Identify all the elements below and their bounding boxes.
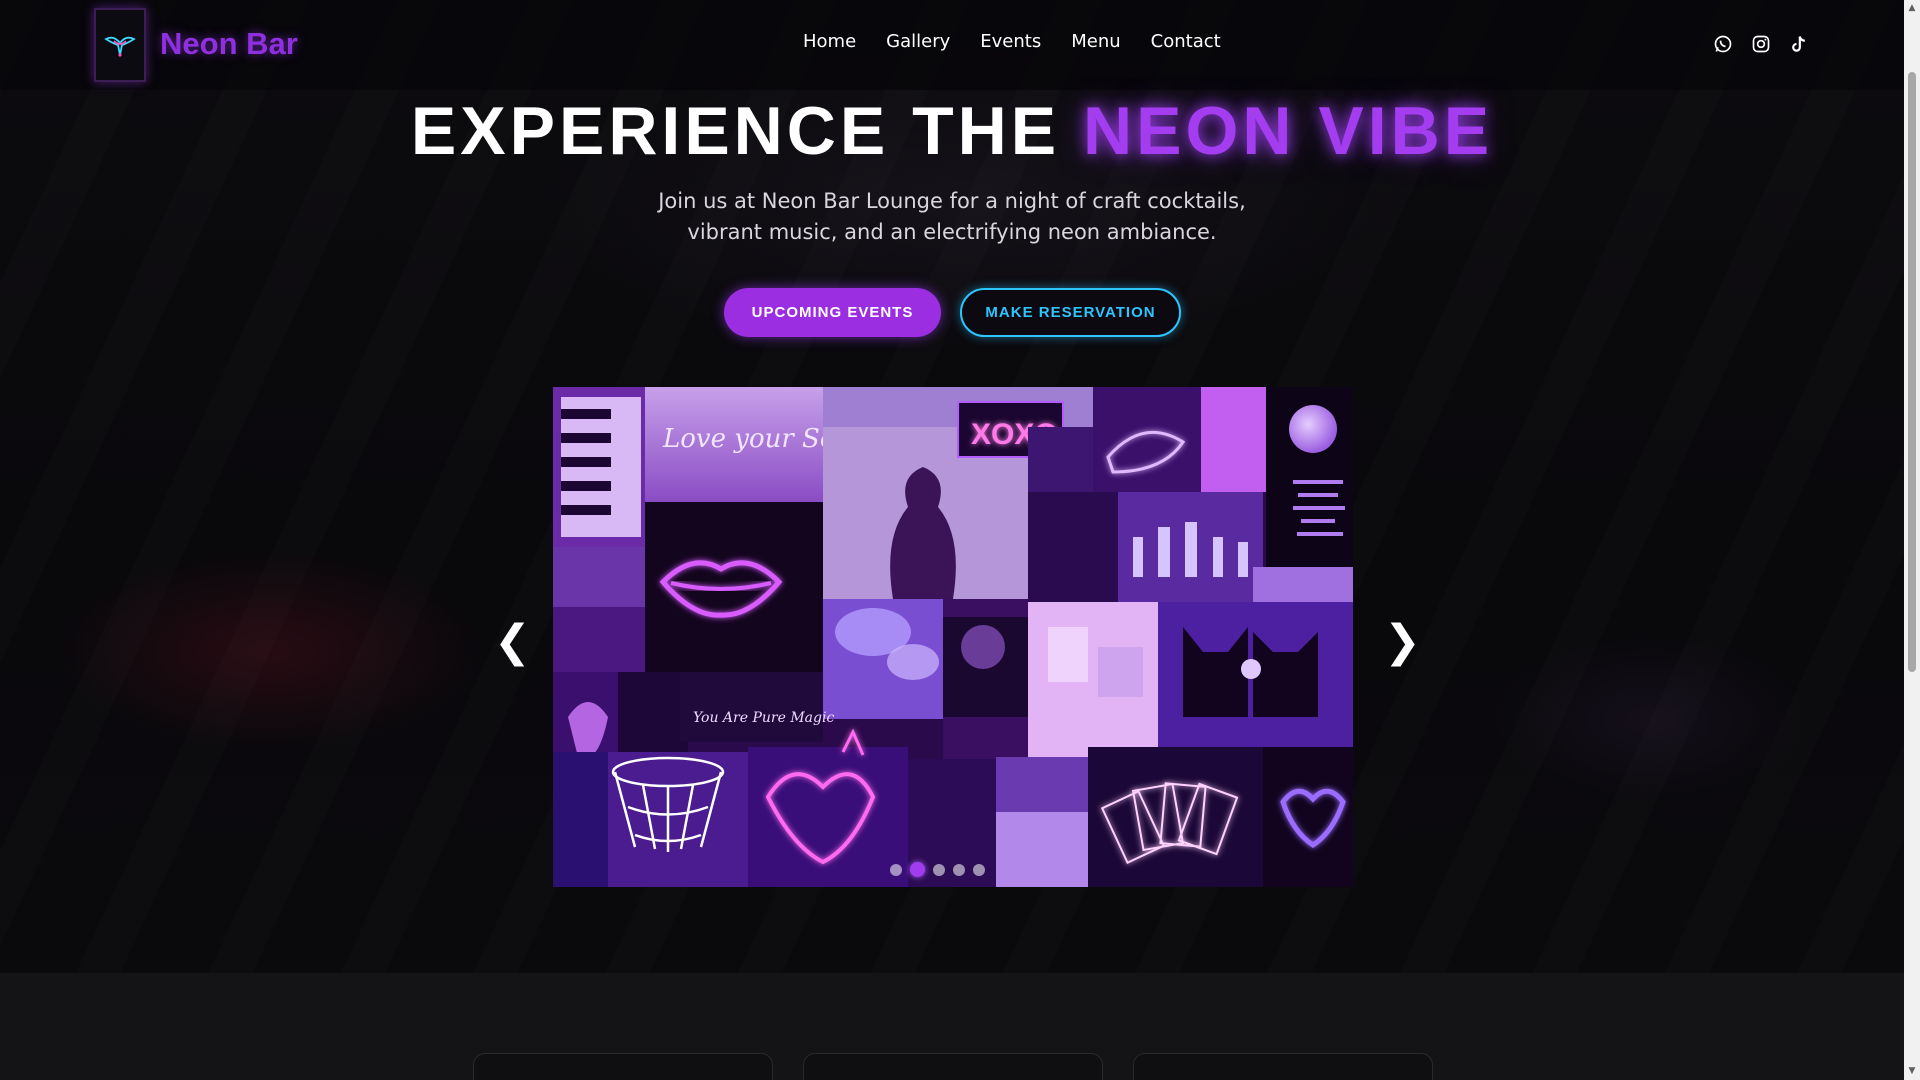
hero-title: EXPERIENCE THE NEON VIBE <box>0 92 1904 170</box>
carousel-dot-1[interactable] <box>890 863 902 876</box>
hero-subtitle: Join us at Neon Bar Lounge for a night o… <box>658 189 1246 244</box>
scroll-up-arrow-icon[interactable]: ▲ <box>1907 3 1917 13</box>
hero-title-main: EXPERIENCE THE <box>410 93 1084 169</box>
neon-collage-slide: Love your Self XOXO You Are Pure Magic <box>553 387 1353 887</box>
site-header: Neon Bar Home Gallery Events Menu Contac… <box>0 0 1904 90</box>
logo[interactable] <box>94 8 146 82</box>
scroll-down-arrow-icon[interactable]: ▼ <box>1907 1066 1917 1076</box>
carousel-dot-4[interactable] <box>953 863 965 876</box>
hero-title-accent: NEON VIBE <box>1083 93 1494 169</box>
instagram-icon[interactable] <box>1750 33 1772 55</box>
carousel-dot-2[interactable] <box>910 862 925 877</box>
feature-card <box>803 1053 1103 1080</box>
carousel-next-button[interactable]: ❯ <box>1384 620 1421 664</box>
nav-menu[interactable]: Menu <box>1071 31 1120 52</box>
piano-keys-tile <box>561 397 641 537</box>
make-reservation-button[interactable]: MAKE RESERVATION <box>960 288 1181 337</box>
tiktok-icon[interactable] <box>1788 33 1810 55</box>
scroll-thumb[interactable] <box>1908 72 1916 672</box>
upcoming-events-button[interactable]: UPCOMING EVENTS <box>724 288 941 337</box>
carousel-dots <box>890 862 985 877</box>
brand-name[interactable]: Neon Bar <box>160 26 298 62</box>
pure-magic-text: You Are Pure Magic <box>693 710 834 726</box>
carousel-dot-5[interactable] <box>973 863 985 876</box>
neon-bird-logo-icon <box>104 36 136 57</box>
nav-events[interactable]: Events <box>980 31 1041 52</box>
feature-card <box>1133 1053 1433 1080</box>
page-scrollbar[interactable]: ▲ ▼ <box>1904 0 1920 1080</box>
whatsapp-icon[interactable] <box>1712 33 1734 55</box>
carousel-dot-3[interactable] <box>933 863 945 876</box>
nav-home[interactable]: Home <box>803 31 856 52</box>
main-nav: Home Gallery Events Menu Contact <box>803 31 1221 52</box>
nav-gallery[interactable]: Gallery <box>886 31 950 52</box>
gallery-carousel[interactable]: Love your Self XOXO You Are Pure Magic <box>553 387 1353 887</box>
carousel-prev-button[interactable]: ❮ <box>494 620 531 664</box>
feature-card <box>473 1053 773 1080</box>
nav-contact[interactable]: Contact <box>1151 31 1221 52</box>
social-links <box>1712 33 1810 55</box>
